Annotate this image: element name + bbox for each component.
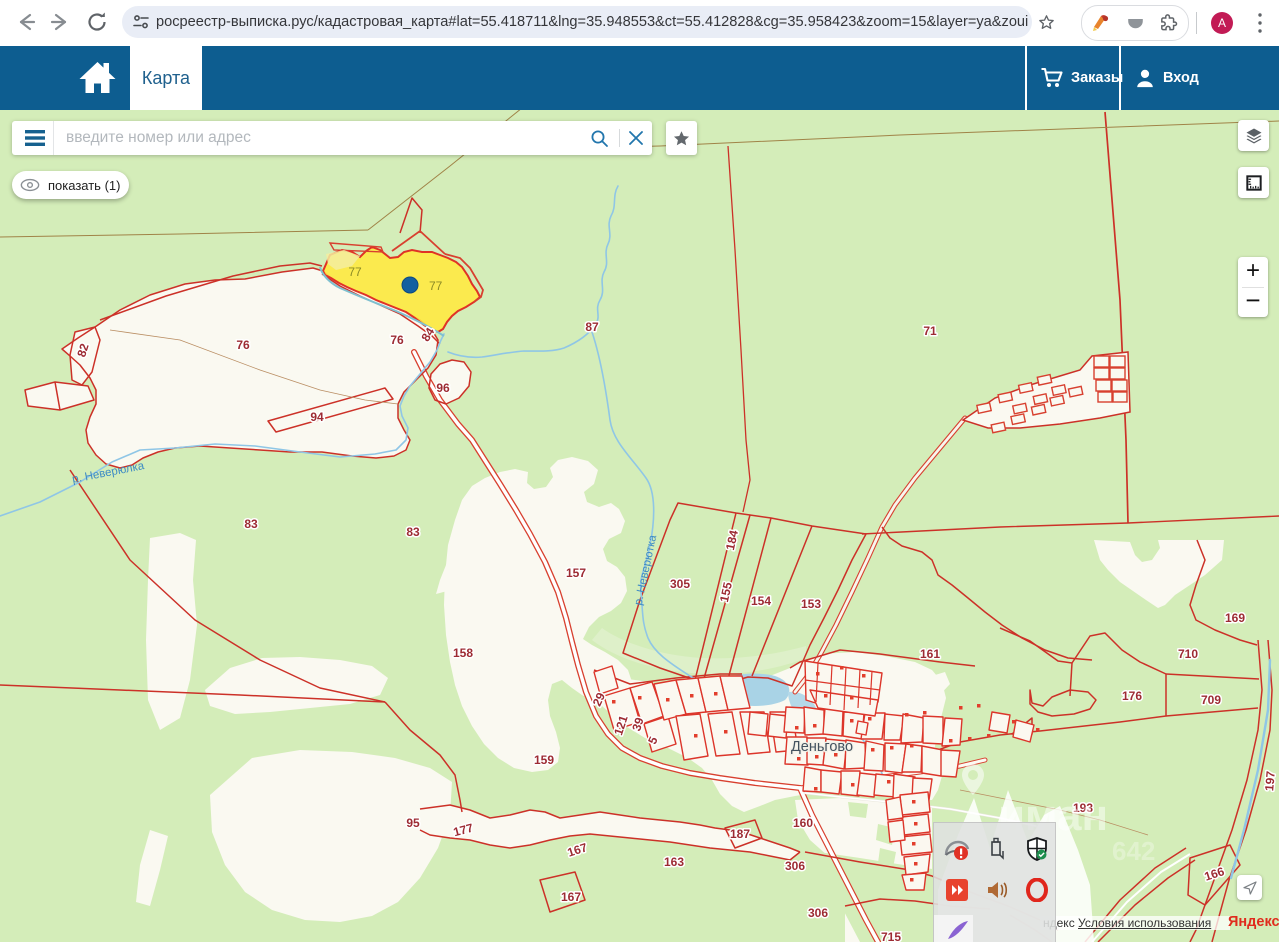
svg-text:153: 153 bbox=[801, 597, 821, 611]
svg-text:83: 83 bbox=[244, 517, 258, 531]
svg-text:Деньгово: Деньгово bbox=[791, 739, 853, 755]
svg-text:642: 642 bbox=[1112, 836, 1155, 866]
svg-text:77: 77 bbox=[348, 265, 362, 279]
svg-text:157: 157 bbox=[566, 566, 586, 580]
svg-text:306: 306 bbox=[808, 906, 828, 920]
svg-text:96: 96 bbox=[436, 381, 450, 395]
svg-text:94: 94 bbox=[310, 410, 324, 424]
svg-text:77: 77 bbox=[429, 279, 443, 293]
svg-text:160: 160 bbox=[793, 816, 813, 830]
svg-text:169: 169 bbox=[1225, 611, 1245, 625]
svg-text:161: 161 bbox=[920, 647, 940, 661]
svg-text:715: 715 bbox=[881, 930, 901, 942]
svg-text:305: 305 bbox=[670, 577, 690, 591]
svg-text:197: 197 bbox=[1262, 770, 1278, 791]
svg-text:187: 187 bbox=[730, 827, 750, 841]
svg-text:71: 71 bbox=[923, 324, 937, 338]
svg-text:709: 709 bbox=[1201, 693, 1221, 707]
svg-text:176: 176 bbox=[1122, 689, 1142, 703]
svg-text:306: 306 bbox=[785, 859, 805, 873]
svg-text:158: 158 bbox=[453, 646, 473, 660]
svg-text:159: 159 bbox=[534, 753, 554, 767]
svg-text:76: 76 bbox=[390, 333, 404, 347]
svg-text:167: 167 bbox=[561, 890, 581, 904]
svg-text:83: 83 bbox=[406, 525, 420, 539]
svg-text:154: 154 bbox=[751, 594, 771, 608]
svg-text:95: 95 bbox=[406, 816, 420, 830]
svg-text:163: 163 bbox=[664, 855, 684, 869]
svg-text:710: 710 bbox=[1178, 647, 1198, 661]
svg-text:87: 87 bbox=[585, 320, 599, 334]
svg-text:76: 76 bbox=[236, 338, 250, 352]
